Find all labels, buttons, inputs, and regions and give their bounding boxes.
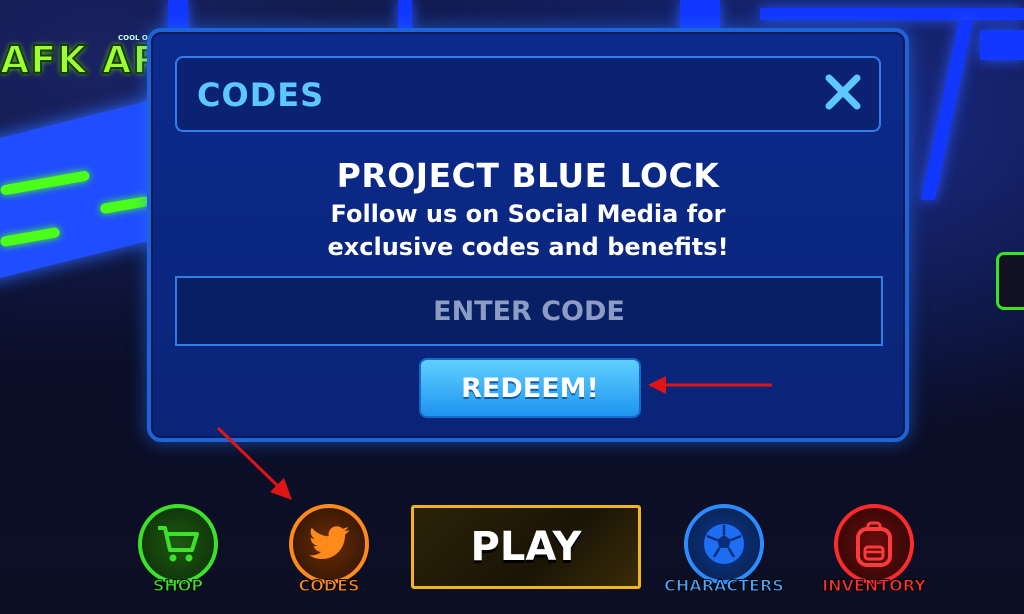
- modal-description: Follow us on Social Media for exclusive …: [327, 200, 729, 261]
- close-button[interactable]: [823, 72, 863, 112]
- shop-button[interactable]: SHOP: [133, 504, 223, 596]
- shop-circle: [138, 504, 218, 584]
- neon-beam: [980, 30, 1024, 60]
- annotation-arrow-redeem: [648, 376, 772, 394]
- codes-label: CODES: [298, 576, 360, 596]
- side-badge[interactable]: [996, 252, 1024, 310]
- code-input[interactable]: [175, 276, 883, 346]
- redeem-button[interactable]: REDEEM!: [419, 358, 641, 418]
- inventory-circle: [834, 504, 914, 584]
- neon-beam: [920, 20, 974, 200]
- shop-label: SHOP: [152, 576, 204, 596]
- inventory-button[interactable]: INVENTORY: [822, 504, 926, 596]
- annotation-arrow-codes: [216, 426, 292, 500]
- game-title: PROJECT BLUE LOCK: [336, 156, 720, 195]
- characters-label: CHARACTERS: [664, 576, 785, 596]
- modal-header: CODES: [175, 56, 881, 132]
- play-button[interactable]: PLAY: [411, 505, 641, 589]
- inventory-label: INVENTORY: [822, 576, 927, 596]
- neon-beam: [760, 8, 1024, 20]
- codes-button[interactable]: CODES: [284, 504, 374, 596]
- shopping-cart-icon: [158, 526, 199, 562]
- close-icon: [825, 74, 861, 110]
- codes-circle: [289, 504, 369, 584]
- backpack-icon: [856, 521, 892, 567]
- codes-modal: CODES PROJECT BLUE LOCK Follow us on Soc…: [147, 28, 909, 442]
- afk-area-sign: AFK AR: [0, 37, 163, 83]
- modal-title: CODES: [197, 76, 325, 114]
- characters-circle: [684, 504, 764, 584]
- soccer-ball-icon: [702, 522, 746, 566]
- twitter-bird-icon: [309, 526, 350, 559]
- characters-button[interactable]: CHARACTERS: [664, 504, 784, 596]
- neon-beam: [398, 0, 412, 30]
